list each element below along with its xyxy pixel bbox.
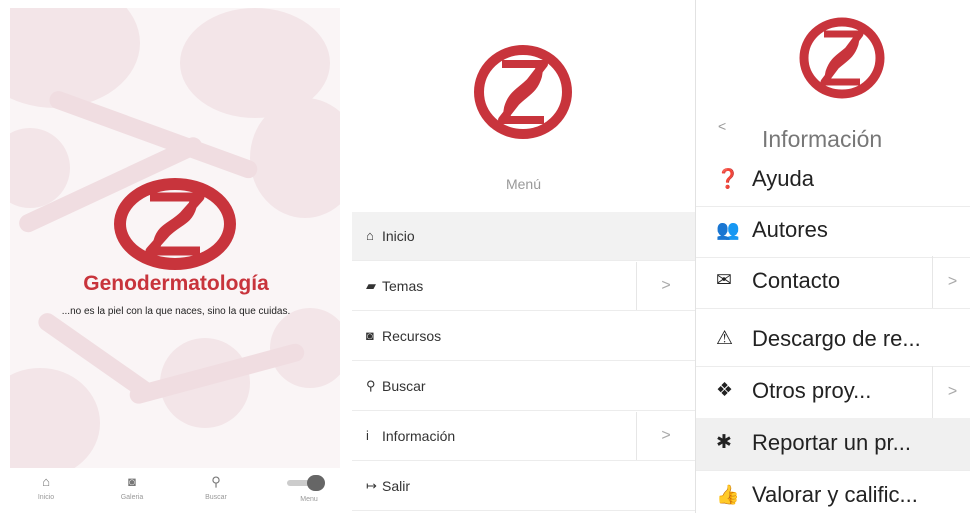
info-item[interactable]: ✱ Reportar un pr...: [696, 418, 970, 471]
menu-item-label: Recursos: [382, 328, 442, 344]
info-item[interactable]: 👥 Autores: [696, 205, 970, 258]
back-button[interactable]: <: [718, 118, 726, 134]
info-item[interactable]: ❖ Otros proy... >: [696, 366, 970, 419]
info-icon: i: [366, 428, 369, 443]
info-item-label: Valorar y calific...: [752, 482, 918, 507]
bug-icon: ✱: [716, 432, 732, 453]
logo-icon: [799, 17, 885, 99]
tab-menu-label: Menu: [300, 496, 318, 503]
logo-icon: [474, 45, 572, 139]
logo-icon: [114, 178, 236, 270]
camera-icon: ◙: [128, 474, 136, 489]
warning-icon: ⚠: [716, 328, 734, 349]
menu-title: Menú: [505, 176, 542, 192]
info-item-label: Otros proy...: [752, 378, 872, 403]
camera-icon: ◙: [366, 328, 374, 343]
menu-item-buscar[interactable]: ⚲ Buscar: [352, 362, 695, 411]
splash-screen: Genodermatología ...no es la piel con la…: [0, 0, 352, 513]
info-item-label: Contacto: [752, 268, 841, 293]
tab-label: Buscar: [205, 494, 227, 501]
home-icon: ⌂: [42, 474, 50, 489]
menu-toggle[interactable]: [287, 475, 331, 491]
info-item[interactable]: 👍 Valorar y calific...: [696, 470, 970, 513]
info-item-label: Descargo de re...: [752, 326, 921, 351]
chevron-right-icon[interactable]: >: [636, 412, 695, 460]
tab-label: Galeria: [120, 494, 144, 501]
info-menu-panel: < Información ❓ Ayuda 👥 Autores ✉ Contacto > ⚠ D…: [695, 0, 970, 513]
info-item-label: Ayuda: [752, 166, 814, 191]
question-circle-icon: ❓: [716, 169, 740, 190]
brand-name: Genodermatología: [83, 272, 269, 295]
tab-galeria[interactable]: ◙ Galeria: [102, 474, 162, 501]
home-icon: ⌂: [366, 228, 374, 243]
cubes-icon: ❖: [716, 380, 734, 401]
thumbs-up-icon: 👍: [716, 485, 740, 506]
search-icon: ⚲: [211, 474, 221, 489]
chevron-right-icon[interactable]: >: [932, 366, 970, 418]
book-icon: ▰: [366, 278, 376, 293]
menu-item-informacin[interactable]: i Información >: [352, 412, 695, 461]
toggle-knob: [307, 475, 325, 491]
menu-item-label: Inicio: [382, 228, 415, 244]
menu-item-label: Buscar: [382, 378, 426, 394]
menu-item-label: Información: [382, 428, 456, 444]
envelope-open-icon: ✉: [716, 270, 732, 291]
info-item[interactable]: ✉ Contacto >: [696, 256, 970, 309]
menu-item-label: Temas: [382, 278, 424, 294]
users-icon: 👥: [716, 220, 740, 241]
menu-item-salir[interactable]: ↦ Salir: [352, 462, 695, 511]
tab-inicio[interactable]: ⌂ Inicio: [16, 474, 76, 501]
chevron-right-icon[interactable]: >: [636, 262, 695, 310]
tab-buscar[interactable]: ⚲ Buscar: [186, 474, 246, 501]
info-item-label: Reportar un pr...: [752, 430, 911, 455]
main-menu-panel: Menú ⌂ Inicio ▰ Temas > ◙ Recursos ⚲ Buscar i Info…: [352, 0, 695, 513]
chevron-right-icon[interactable]: >: [932, 256, 970, 308]
bottom-tab-bar: ⌂ Inicio ◙ Galeria ⚲ Buscar Menu: [10, 468, 340, 513]
search-icon: ⚲: [366, 378, 376, 393]
menu-item-recursos[interactable]: ◙ Recursos: [352, 312, 695, 361]
sign-out-icon: ↦: [366, 478, 377, 493]
menu-item-temas[interactable]: ▰ Temas >: [352, 262, 695, 311]
info-title: Información: [762, 126, 883, 152]
info-item[interactable]: ❓ Ayuda: [696, 154, 970, 207]
tab-label: Inicio: [37, 494, 55, 501]
menu-item-label: Salir: [382, 478, 411, 494]
tagline: ...no es la piel con la que naces, sino …: [61, 306, 291, 317]
info-item-label: Autores: [752, 217, 828, 242]
menu-item-inicio[interactable]: ⌂ Inicio: [352, 212, 695, 261]
info-item[interactable]: ⚠ Descargo de re...: [696, 314, 970, 367]
